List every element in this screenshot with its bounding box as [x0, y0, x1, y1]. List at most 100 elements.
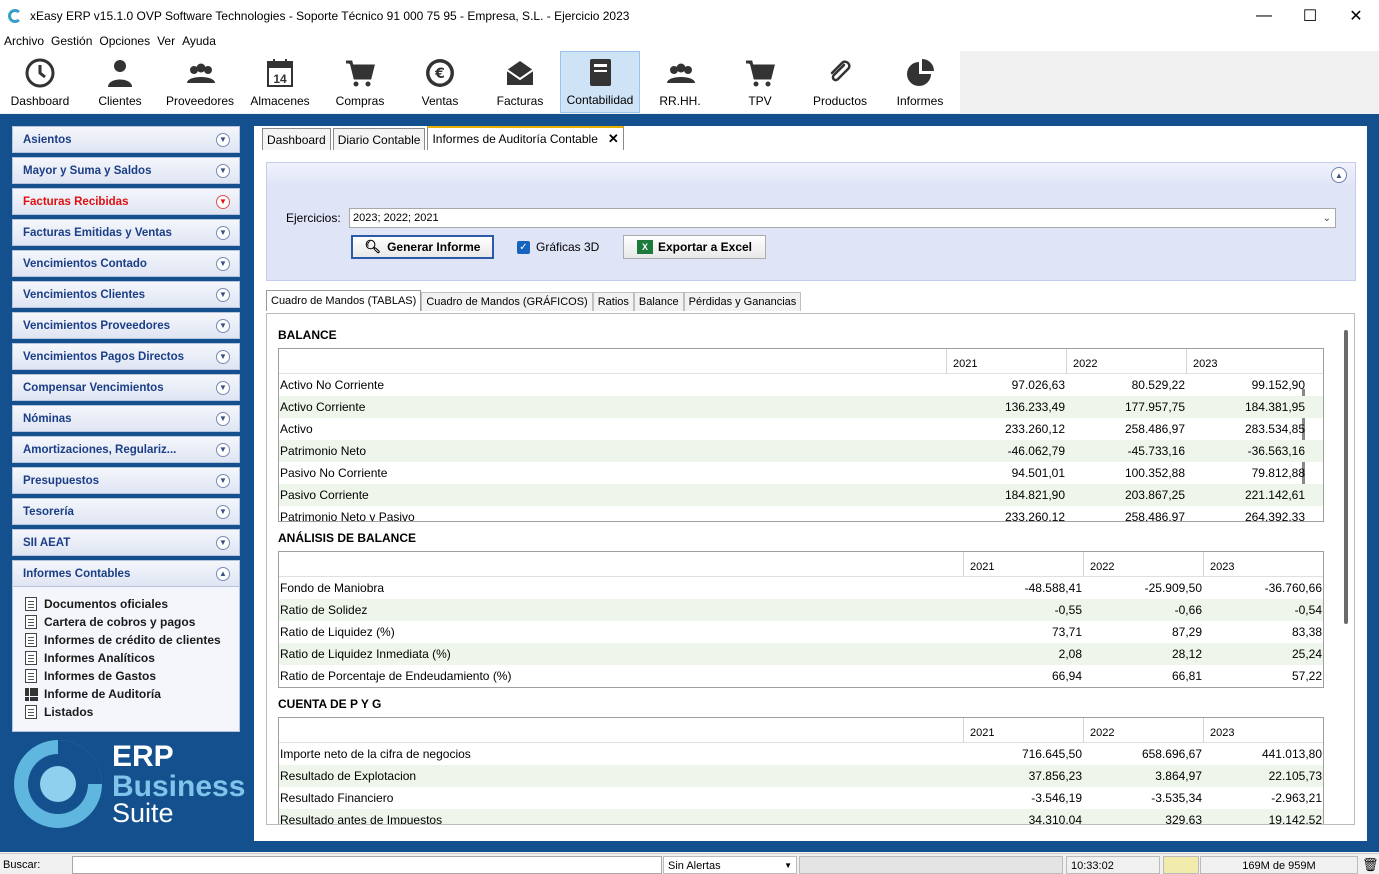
- trash-icon[interactable]: 🗑︎: [1362, 856, 1379, 874]
- toolbar-proveedores-button[interactable]: Proveedores: [160, 51, 240, 113]
- clock-icon: [24, 57, 56, 89]
- cell-2021: 233.260,12: [1004, 422, 1065, 436]
- toolbar-label: Clientes: [98, 94, 142, 108]
- header-cell-2022: 2022: [1066, 349, 1186, 374]
- toolbar-productos-button[interactable]: Productos: [800, 51, 880, 113]
- toolbar-compras-button[interactable]: Compras: [320, 51, 400, 113]
- search-input[interactable]: [72, 856, 662, 874]
- header-cell: [279, 718, 963, 743]
- cell-2021: 97.026,63: [1011, 378, 1065, 392]
- sidebar-item-sii-aeat[interactable]: SII AEAT ▼: [12, 529, 240, 556]
- close-button[interactable]: ✕: [1333, 0, 1379, 31]
- tab-dashboard[interactable]: Dashboard: [262, 128, 331, 150]
- row-label: Ratio de Liquidez Inmediata (%): [280, 647, 451, 661]
- sidebar-item-facturas-emitidas[interactable]: Facturas Emitidas y Ventas ▼: [12, 219, 240, 246]
- sidebar-item-asientos[interactable]: Asientos ▼: [12, 126, 240, 153]
- cell-2021: -48.588,41: [1024, 581, 1082, 595]
- menu-gestion[interactable]: Gestión: [51, 34, 92, 48]
- alerts-dropdown[interactable]: Sin Alertas ▼: [663, 856, 797, 874]
- ejercicios-label: Ejercicios:: [286, 211, 341, 225]
- toolbar-almacenes-button[interactable]: 14 Almacenes: [240, 51, 320, 113]
- link-documentos-oficiales[interactable]: Documentos oficiales: [25, 595, 239, 613]
- toolbar-facturas-button[interactable]: Facturas: [480, 51, 560, 113]
- toolbar-informes-button[interactable]: Informes: [880, 51, 960, 113]
- row-label: Ratio de Solidez: [280, 603, 368, 617]
- subtab-ratios[interactable]: Ratios: [592, 292, 634, 311]
- toolbar-tpv-button[interactable]: TPV: [720, 51, 800, 113]
- window-title: xEasy ERP v15.1.0 OVP Software Technolog…: [30, 8, 630, 23]
- erp-business-suite-logo: ERP Business Suite: [12, 738, 245, 833]
- exportar-excel-button[interactable]: X Exportar a Excel: [623, 235, 766, 259]
- cell-2021: -0,55: [1054, 603, 1082, 617]
- sidebar-item-label: Presupuestos: [23, 474, 100, 487]
- link-informes-credito-clientes[interactable]: Informes de crédito de clientes: [25, 631, 239, 649]
- row-label: Resultado antes de Impuestos: [280, 813, 443, 825]
- row-label: Pasivo No Corriente: [280, 466, 388, 480]
- sidebar-item-label: Informes Contables: [23, 567, 131, 580]
- generar-informe-button[interactable]: 🔍︎ Generar Informe: [351, 235, 494, 259]
- link-label: Informe de Auditoría: [44, 687, 161, 701]
- chevron-up-icon[interactable]: ▲: [1331, 167, 1347, 183]
- menu-ayuda[interactable]: Ayuda: [182, 34, 216, 48]
- minimize-button[interactable]: —: [1241, 0, 1287, 31]
- sidebar-item-compensar-vencimientos[interactable]: Compensar Vencimientos ▼: [12, 374, 240, 401]
- sidebar-item-vencimientos-contado[interactable]: Vencimientos Contado ▼: [12, 250, 240, 277]
- cell-2021: 184.821,90: [1004, 488, 1065, 502]
- link-cartera-cobros-pagos[interactable]: Cartera de cobros y pagos: [25, 613, 239, 631]
- toolbar-rrhh-button[interactable]: RR.HH.: [640, 51, 720, 113]
- subtab-balance[interactable]: Balance: [633, 292, 684, 311]
- sidebar-item-informes-contables[interactable]: Informes Contables ▲: [12, 560, 240, 587]
- menu-ver[interactable]: Ver: [157, 34, 175, 48]
- report-area: BALANCE 2021 2022 2023 Activo No Corrien…: [266, 313, 1355, 825]
- tab-informes-auditoria[interactable]: Informes de Auditoría Contable ✕: [427, 126, 624, 150]
- link-informes-analiticos[interactable]: Informes Analíticos: [25, 649, 239, 667]
- report-scrollbar[interactable]: [1344, 330, 1348, 624]
- toolbar-contabilidad-button[interactable]: Contabilidad: [560, 51, 640, 113]
- sidebar-item-mayor[interactable]: Mayor y Suma y Saldos ▼: [12, 157, 240, 184]
- toolbar-clientes-button[interactable]: Clientes: [80, 51, 160, 113]
- cell-2023: 184.381,95: [1244, 400, 1305, 414]
- tab-diario-contable[interactable]: Diario Contable: [332, 128, 426, 150]
- cell-2021: 37.856,23: [1028, 769, 1082, 783]
- subtab-perdidas-ganancias[interactable]: Pérdidas y Ganancias: [683, 292, 802, 311]
- calendar-day: 14: [273, 72, 287, 86]
- maximize-button[interactable]: ☐: [1287, 0, 1333, 31]
- cell-2023: 19.142,52: [1268, 813, 1322, 825]
- sidebar-item-amortizaciones[interactable]: Amortizaciones, Regulariz... ▼: [12, 436, 240, 463]
- chevron-down-icon: ⌄: [1322, 213, 1331, 224]
- calendar-icon: 14: [264, 57, 296, 89]
- cell-2023: 22.105,73: [1268, 769, 1322, 783]
- toolbar-label: Compras: [335, 94, 385, 108]
- cell-2022: -45.733,16: [1127, 444, 1185, 458]
- cell-2021: 34.310,04: [1028, 813, 1082, 825]
- sidebar-item-vencimientos-proveedores[interactable]: Vencimientos Proveedores ▼: [12, 312, 240, 339]
- sidebar-item-facturas-recibidas[interactable]: Facturas Recibidas ▼: [12, 188, 240, 215]
- cell-2022: 258.486,97: [1124, 422, 1185, 436]
- subtab-cuadro-tablas[interactable]: Cuadro de Mandos (TABLAS): [266, 290, 422, 311]
- cell-2022: 177.957,75: [1124, 400, 1185, 414]
- paperclip-icon: [824, 57, 856, 89]
- menu-opciones[interactable]: Opciones: [99, 34, 150, 48]
- sidebar-item-vencimientos-clientes[interactable]: Vencimientos Clientes ▼: [12, 281, 240, 308]
- close-icon[interactable]: ✕: [608, 128, 619, 150]
- graficas-3d-checkbox[interactable]: ✓ Gráficas 3D: [517, 240, 599, 254]
- link-informe-auditoria[interactable]: Informe de Auditoría: [25, 685, 239, 703]
- status-bar: Buscar: Sin Alertas ▼ 10:33:02 169M de 9…: [0, 853, 1379, 874]
- content-panel: Dashboard Diario Contable Informes de Au…: [254, 126, 1367, 841]
- toolbar-dashboard-button[interactable]: Dashboard: [0, 51, 80, 113]
- sidebar-item-nominas[interactable]: Nóminas ▼: [12, 405, 240, 432]
- logo-swirl-icon: [14, 740, 102, 828]
- sidebar-item-vencimientos-pagos-directos[interactable]: Vencimientos Pagos Directos ▼: [12, 343, 240, 370]
- chevron-down-icon: ▼: [216, 443, 230, 457]
- cell-2023: -0,54: [1294, 603, 1322, 617]
- toolbar-ventas-button[interactable]: € Ventas: [400, 51, 480, 113]
- cell-2023: 25,24: [1291, 647, 1322, 661]
- link-informes-gastos[interactable]: Informes de Gastos: [25, 667, 239, 685]
- table-row: Importe neto de la cifra de negocios 716.…: [279, 743, 1323, 765]
- sidebar-item-tesoreria[interactable]: Tesorería ▼: [12, 498, 240, 525]
- menu-archivo[interactable]: Archivo: [4, 34, 44, 48]
- sidebar-item-presupuestos[interactable]: Presupuestos ▼: [12, 467, 240, 494]
- subtab-cuadro-graficos[interactable]: Cuadro de Mandos (GRÁFICOS): [421, 292, 593, 311]
- link-listados[interactable]: Listados: [25, 703, 239, 721]
- ejercicios-select[interactable]: 2023; 2022; 2021 ⌄: [349, 208, 1336, 228]
